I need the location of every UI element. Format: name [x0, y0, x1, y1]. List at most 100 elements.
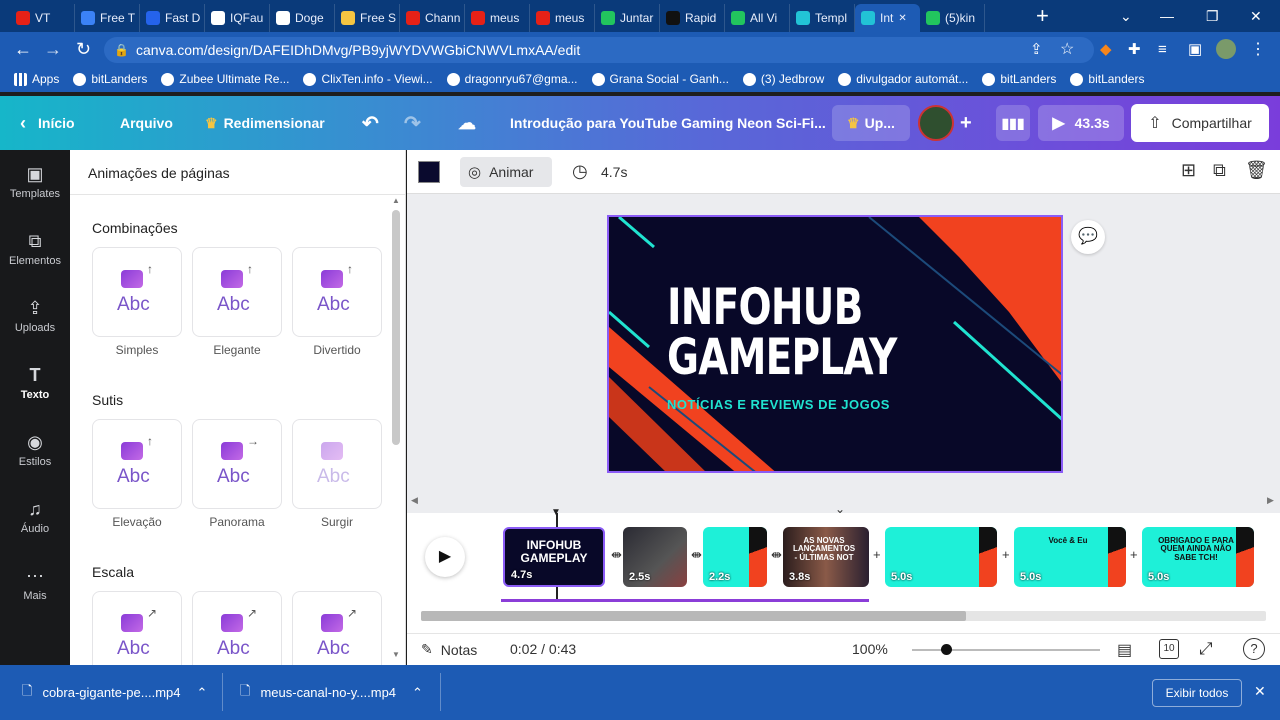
sidebar-item[interactable]: ⋯ Mais: [0, 566, 70, 602]
fullscreen-icon[interactable]: ⤢: [1199, 639, 1213, 659]
playhead-handle[interactable]: ▼: [551, 507, 561, 518]
scroll-down-icon[interactable]: ▼: [392, 650, 400, 659]
bookmark-item[interactable]: bitLanders: [982, 72, 1056, 86]
browser-tab[interactable]: All Vi: [725, 4, 790, 32]
animation-option[interactable]: ↑ Abc: [92, 247, 182, 337]
grid-view-icon[interactable]: ▤: [1117, 640, 1132, 660]
bookmark-item[interactable]: bitLanders: [73, 72, 147, 86]
add-page-icon[interactable]: ⊞: [1181, 160, 1196, 181]
browser-menu-icon[interactable]: ⋮: [1250, 39, 1266, 59]
sidebar-item[interactable]: ◉ Estilos: [0, 432, 70, 468]
timeline-scrollbar-thumb[interactable]: [421, 611, 966, 621]
scroll-right-icon[interactable]: ▶: [1267, 495, 1274, 506]
design-title[interactable]: Introdução para YouTube Gaming Neon Sci-…: [510, 96, 826, 150]
sidebar-item[interactable]: T Texto: [0, 365, 70, 401]
bookmark-item[interactable]: ClixTen.info - Viewi...: [303, 72, 433, 86]
upgrade-button[interactable]: ♛ Up...: [832, 105, 910, 141]
animation-option[interactable]: ↗ Abc: [192, 591, 282, 665]
slide-heading[interactable]: INFOHUB GAMEPLAY: [667, 282, 897, 382]
slide-subtitle[interactable]: NOTÍCIAS E REVIEWS DE JOGOS: [667, 397, 890, 412]
delete-page-icon[interactable]: 🗑: [1245, 160, 1268, 181]
minimize-icon[interactable]: —: [1160, 0, 1174, 32]
animation-option[interactable]: ↑ Abc: [92, 419, 182, 509]
browser-tab[interactable]: Free S: [335, 4, 400, 32]
home-button[interactable]: ‹ Início: [20, 96, 75, 150]
timeline-clip[interactable]: Você & Eu 5.0s: [1014, 527, 1126, 587]
browser-tab[interactable]: VT: [10, 4, 75, 32]
transition-icon[interactable]: ⇼: [771, 547, 782, 563]
sidebar-item[interactable]: ⇪ Uploads: [0, 298, 70, 334]
redo-icon[interactable]: ↷: [404, 96, 421, 150]
animation-option[interactable]: Abc: [292, 419, 382, 509]
browser-tab[interactable]: meus: [530, 4, 595, 32]
close-downloads-icon[interactable]: ✕: [1254, 683, 1266, 700]
browser-tab[interactable]: (5)kin: [920, 4, 985, 32]
bookmark-item[interactable]: Zubee Ultimate Re...: [161, 72, 289, 86]
browser-tab[interactable]: Free T: [75, 4, 140, 32]
browser-tab[interactable]: Fast D: [140, 4, 205, 32]
extensions-icon[interactable]: ✚: [1128, 40, 1141, 58]
add-transition-icon[interactable]: +: [1130, 547, 1138, 562]
panel-scrollbar[interactable]: [392, 210, 400, 445]
timeline-play-button[interactable]: ▶: [425, 537, 465, 577]
bookmark-star-icon[interactable]: ☆: [1060, 39, 1074, 59]
bookmark-item[interactable]: dragonryu67@gma...: [446, 72, 578, 86]
reload-icon[interactable]: ↻: [76, 39, 91, 60]
timeline-clip[interactable]: 2.2s: [703, 527, 767, 587]
timeline-clip[interactable]: INFOHUB GAMEPLAY 4.7s: [503, 527, 605, 587]
browser-tab[interactable]: Chann: [400, 4, 465, 32]
duplicate-page-icon[interactable]: ⧉: [1213, 160, 1226, 181]
file-menu-button[interactable]: Arquivo: [120, 96, 173, 150]
transition-icon[interactable]: ⇼: [691, 547, 702, 563]
animation-option[interactable]: → Abc: [192, 419, 282, 509]
reading-list-icon[interactable]: ≡: [1158, 41, 1167, 58]
sidebar-item[interactable]: ▣ Templates: [0, 164, 70, 200]
transition-icon[interactable]: ⇼: [611, 547, 622, 563]
bookmark-item[interactable]: Apps: [14, 72, 59, 86]
bookmark-item[interactable]: (3) Jedbrow: [742, 72, 824, 86]
help-button[interactable]: ?: [1243, 638, 1265, 660]
url-field[interactable]: 🔒 canva.com/design/DAFEIDhDMvg/PB9yjWYDV…: [104, 37, 1094, 63]
timeline-clip[interactable]: 5.0s: [885, 527, 997, 587]
insights-icon[interactable]: ▮▮▮: [996, 105, 1030, 141]
close-tab-icon[interactable]: ✕: [898, 13, 906, 24]
browser-tab[interactable]: Rapid: [660, 4, 725, 32]
timeline-clip[interactable]: OBRIGADO E PARA QUEM AINDA NÃO SABE TCH!…: [1142, 527, 1254, 587]
download-item[interactable]: 🗋 cobra-gigante-pe....mp4 ⌃: [22, 665, 207, 720]
profile-avatar[interactable]: [1216, 39, 1236, 59]
side-panel-icon[interactable]: ▣: [1188, 40, 1202, 58]
maximize-icon[interactable]: ❐: [1206, 0, 1219, 32]
page-count[interactable]: 10: [1159, 639, 1179, 659]
page-duration[interactable]: 4.7s: [601, 164, 627, 180]
animation-option[interactable]: ↗ Abc: [292, 591, 382, 665]
sidebar-item[interactable]: ⧉ Elementos: [0, 231, 70, 267]
show-all-downloads-button[interactable]: Exibir todos: [1152, 679, 1242, 707]
share-button[interactable]: ⇧ Compartilhar: [1131, 104, 1269, 142]
close-window-icon[interactable]: ✕: [1250, 0, 1262, 32]
add-collaborator-icon[interactable]: +: [960, 96, 972, 150]
cloud-save-icon[interactable]: ☁: [458, 96, 476, 150]
bookmark-item[interactable]: divulgador automát...: [838, 72, 968, 86]
comment-icon[interactable]: 💬: [1071, 220, 1105, 254]
undo-icon[interactable]: ↶: [362, 96, 379, 150]
new-tab-button[interactable]: +: [1036, 0, 1056, 32]
sidebar-item[interactable]: ♫ Áudio: [0, 499, 70, 535]
timeline-clip[interactable]: AS NOVAS LANÇAMENTOS - ÚLTIMAS NOT 3.8s: [783, 527, 869, 587]
resize-button[interactable]: ♛ Redimensionar: [205, 96, 325, 150]
zoom-level[interactable]: 100%: [852, 641, 888, 657]
tab-search-icon[interactable]: ⌄: [1120, 0, 1132, 32]
browser-tab[interactable]: Juntar: [595, 4, 660, 32]
color-swatch[interactable]: [418, 161, 440, 183]
timeline-clip[interactable]: 2.5s: [623, 527, 687, 587]
animation-option[interactable]: ↑ Abc: [192, 247, 282, 337]
browser-tab[interactable]: IQFau: [205, 4, 270, 32]
animation-option[interactable]: ↗ Abc: [92, 591, 182, 665]
add-transition-icon[interactable]: +: [873, 547, 881, 562]
audio-track-bar[interactable]: [501, 599, 869, 602]
notes-button[interactable]: ✎ Notas: [421, 641, 477, 658]
user-avatar[interactable]: [918, 105, 954, 141]
scroll-left-icon[interactable]: ◀: [411, 495, 418, 506]
animation-option[interactable]: ↑ Abc: [292, 247, 382, 337]
chevron-up-icon[interactable]: ⌃: [196, 685, 207, 701]
bookmark-item[interactable]: bitLanders: [1070, 72, 1144, 86]
